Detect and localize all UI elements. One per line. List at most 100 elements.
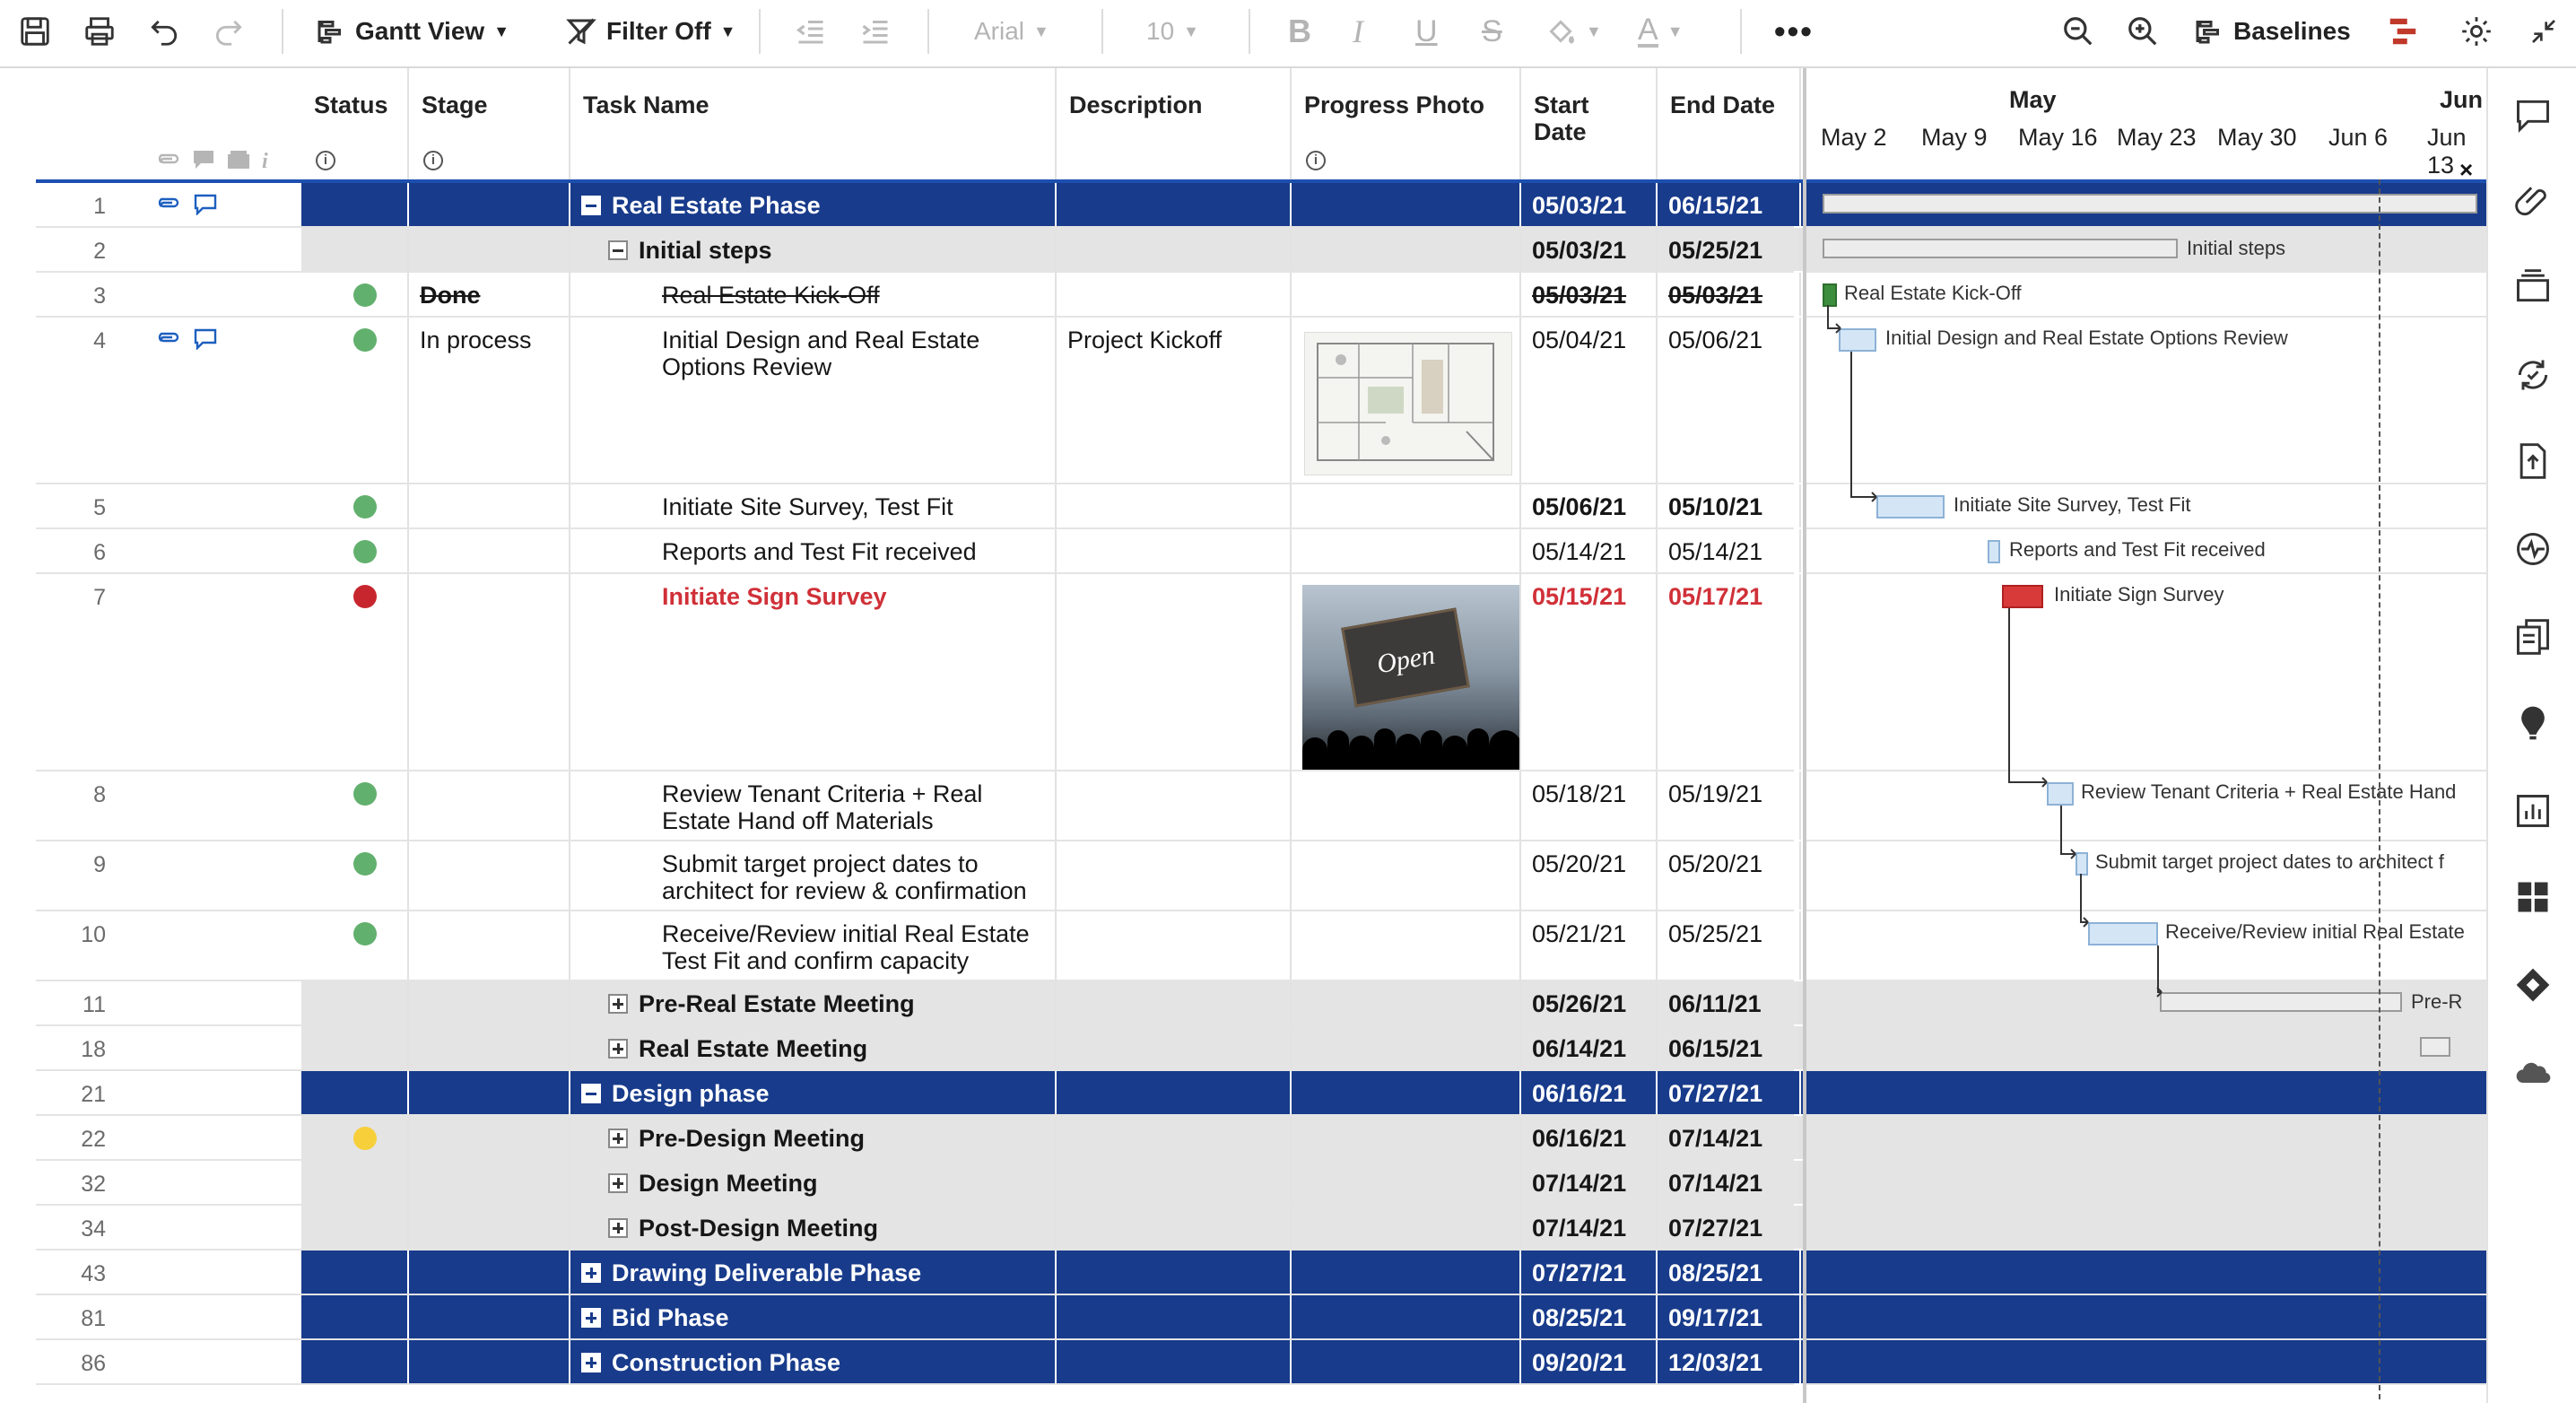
info-icon[interactable]: i xyxy=(316,151,335,170)
cell-description[interactable] xyxy=(1057,484,1292,527)
cell-start[interactable]: 06/14/21 xyxy=(1521,1026,1658,1069)
header-stage[interactable]: Stage i xyxy=(409,68,570,183)
expand-icon[interactable] xyxy=(608,1039,628,1059)
settings-gear-icon[interactable] xyxy=(2459,0,2493,63)
row-number[interactable]: 2 xyxy=(36,228,161,265)
cell-end[interactable]: 07/27/21 xyxy=(1658,1071,1801,1114)
publish-icon[interactable] xyxy=(2513,441,2553,481)
cell-stage[interactable] xyxy=(409,1295,570,1338)
cell-status[interactable] xyxy=(301,1026,409,1069)
header-description[interactable]: Description xyxy=(1057,68,1292,183)
cell-start[interactable]: 05/03/21 xyxy=(1521,228,1658,271)
cell-description[interactable] xyxy=(1057,911,1292,980)
cell-status[interactable] xyxy=(301,1206,409,1249)
text-color-icon[interactable]: A ▼ xyxy=(1638,0,1684,63)
cell-description[interactable] xyxy=(1057,841,1292,910)
cell-task[interactable]: Submit target project dates to architect… xyxy=(570,841,1057,910)
expand-icon[interactable] xyxy=(581,1308,601,1328)
cell-status[interactable] xyxy=(301,574,409,770)
cell-status[interactable] xyxy=(301,529,409,572)
cell-start[interactable]: 06/16/21 xyxy=(1521,1116,1658,1159)
cell-task[interactable]: Real Estate Meeting xyxy=(570,1026,1057,1069)
cell-photo[interactable] xyxy=(1292,273,1521,316)
cell-stage[interactable] xyxy=(409,1026,570,1069)
cell-task[interactable]: Design Meeting xyxy=(570,1161,1057,1204)
cell-description[interactable] xyxy=(1057,1116,1292,1159)
collapse-icon[interactable] xyxy=(608,240,628,260)
cell-start[interactable]: 07/14/21 xyxy=(1521,1161,1658,1204)
info-icon[interactable]: i xyxy=(1306,151,1326,170)
table-row[interactable]: 1 Real Estate Phase 05/03/21 06/15/21 xyxy=(36,183,1833,228)
header-progress-photo[interactable]: Progress Photo i xyxy=(1292,68,1521,183)
cell-photo[interactable] xyxy=(1292,228,1521,271)
cell-photo[interactable] xyxy=(1292,183,1521,226)
cell-task[interactable]: Reports and Test Fit received xyxy=(570,529,1057,572)
cell-photo[interactable] xyxy=(1292,911,1521,980)
dynamic-view-icon[interactable] xyxy=(2513,703,2553,743)
cell-stage[interactable] xyxy=(409,484,570,527)
table-row[interactable]: 34 Post-Design Meeting 07/14/21 07/27/21 xyxy=(36,1206,1833,1250)
cell-task[interactable]: Initiate Site Survey, Test Fit xyxy=(570,484,1057,527)
table-row[interactable]: 4 In process Initial Design and Real Estat… xyxy=(36,318,1801,484)
attachment-icon[interactable] xyxy=(154,328,181,354)
reports-chart-icon[interactable] xyxy=(2513,791,2553,831)
cell-photo[interactable] xyxy=(1292,1295,1521,1338)
cell-start[interactable]: 05/14/21 xyxy=(1521,529,1658,572)
table-row[interactable]: 10 Receive/Review initial Real Estate Tes… xyxy=(36,911,1801,981)
cell-photo[interactable] xyxy=(1292,771,1521,840)
comments-icon[interactable] xyxy=(2513,95,2553,135)
cell-stage[interactable] xyxy=(409,183,570,226)
cell-status[interactable] xyxy=(301,183,409,226)
table-row[interactable]: 6 Reports and Test Fit received 05/14/21 05… xyxy=(36,529,1801,574)
cell-photo[interactable] xyxy=(1292,1116,1521,1159)
cell-start[interactable]: 07/14/21 xyxy=(1521,1206,1658,1249)
cell-photo[interactable] xyxy=(1292,841,1521,910)
apps-grid-icon[interactable] xyxy=(2513,877,2553,917)
cell-description[interactable] xyxy=(1057,1026,1292,1069)
update-requests-icon[interactable] xyxy=(2513,355,2553,395)
cell-status[interactable] xyxy=(301,1250,409,1294)
cell-description[interactable] xyxy=(1057,1340,1292,1383)
cell-status[interactable] xyxy=(301,484,409,527)
row-number[interactable]: 8 xyxy=(36,771,161,808)
row-number[interactable]: 11 xyxy=(36,981,161,1018)
cell-photo[interactable] xyxy=(1292,1206,1521,1249)
cell-photo[interactable]: Open xyxy=(1292,574,1521,770)
cell-status[interactable] xyxy=(301,911,409,980)
cell-end[interactable]: 07/14/21 xyxy=(1658,1161,1801,1204)
cell-end[interactable]: 07/27/21 xyxy=(1658,1206,1801,1249)
cell-task[interactable]: Drawing Deliverable Phase xyxy=(570,1250,1057,1294)
cell-start[interactable]: 05/06/21 xyxy=(1521,484,1658,527)
expand-icon[interactable] xyxy=(608,1128,628,1148)
cell-end[interactable]: 09/17/21 xyxy=(1658,1295,1801,1338)
cell-photo[interactable] xyxy=(1292,529,1521,572)
table-row[interactable]: 32 Design Meeting 07/14/21 07/14/21 xyxy=(36,1161,1833,1206)
row-number[interactable]: 34 xyxy=(36,1206,161,1242)
cell-status[interactable] xyxy=(301,273,409,316)
cell-task[interactable]: Design phase xyxy=(570,1071,1057,1114)
expand-icon[interactable] xyxy=(608,1218,628,1238)
cell-end[interactable]: 08/25/21 xyxy=(1658,1250,1801,1294)
cell-task[interactable]: Review Tenant Criteria + Real Estate Han… xyxy=(570,771,1057,840)
cell-description[interactable] xyxy=(1057,771,1292,840)
row-number[interactable]: 1 xyxy=(36,183,161,220)
row-number[interactable]: 18 xyxy=(36,1026,161,1063)
cell-start[interactable]: 05/15/21 xyxy=(1521,574,1658,770)
row-number[interactable]: 3 xyxy=(36,273,161,309)
collapse-panel-icon[interactable] xyxy=(2529,0,2558,63)
cell-description[interactable] xyxy=(1057,1161,1292,1204)
expand-icon[interactable] xyxy=(608,1173,628,1193)
integration-diamond-icon[interactable] xyxy=(2513,965,2553,1005)
row-number[interactable]: 21 xyxy=(36,1071,161,1108)
table-row[interactable]: 5 Initiate Site Survey, Test Fit 05/06/21 0… xyxy=(36,484,1801,529)
cell-stage[interactable]: Done xyxy=(409,273,570,316)
cell-start[interactable]: 06/16/21 xyxy=(1521,1071,1658,1114)
cloud-icon[interactable] xyxy=(2513,1053,2553,1093)
cell-end[interactable]: 05/25/21 xyxy=(1658,228,1801,271)
table-row[interactable]: 7 Initiate Sign Survey Open 05/15/21 05/17/2… xyxy=(36,574,1801,771)
cell-task[interactable]: Initial Design and Real Estate Options R… xyxy=(570,318,1057,483)
table-row[interactable]: 21 Design phase 06/16/21 07/27/21 xyxy=(36,1071,1833,1116)
cell-photo[interactable] xyxy=(1292,981,1521,1024)
cell-stage[interactable] xyxy=(409,1116,570,1159)
cell-status[interactable] xyxy=(301,1116,409,1159)
